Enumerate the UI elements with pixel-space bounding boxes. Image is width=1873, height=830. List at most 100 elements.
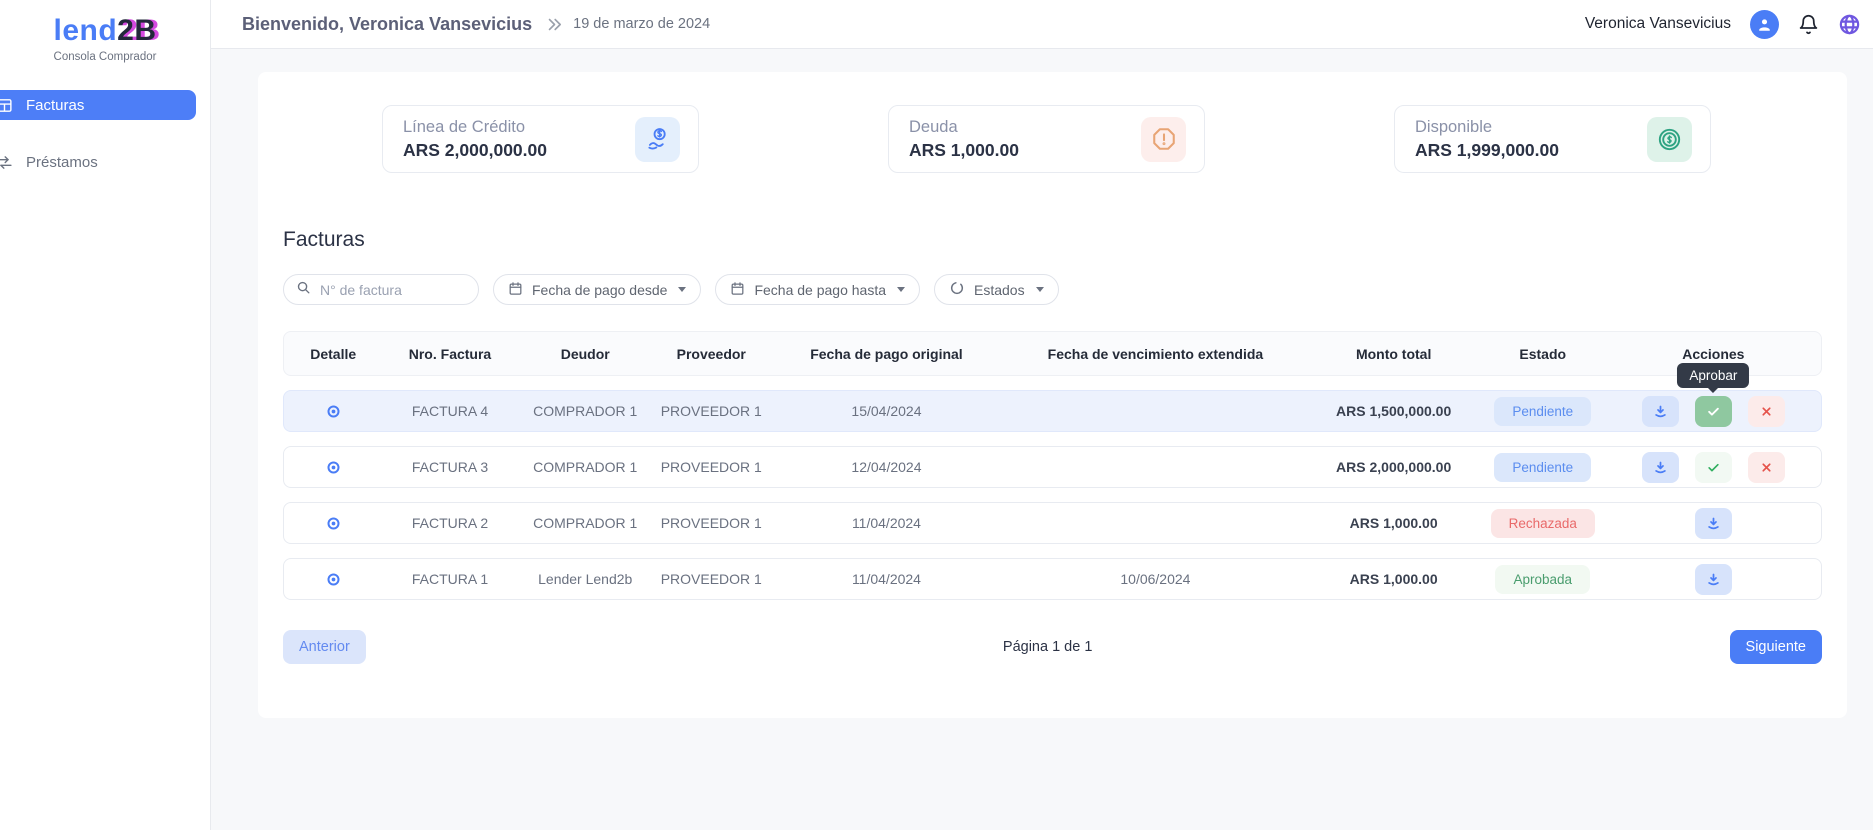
cell-acciones	[1606, 508, 1821, 539]
cell-fecha-pago: 12/04/2024	[770, 459, 1004, 475]
previous-page-button[interactable]: Anterior	[283, 630, 366, 664]
cell-nro-factura: FACTURA 3	[382, 459, 517, 475]
status-badge: Pendiente	[1494, 397, 1591, 426]
calendar-icon	[508, 281, 523, 299]
cell-acciones	[1606, 564, 1821, 595]
cell-acciones	[1606, 452, 1821, 483]
double-chevron-icon	[546, 16, 563, 33]
chevron-down-icon	[678, 287, 686, 292]
current-date: 19 de marzo de 2024	[573, 16, 710, 32]
main-content: Línea de Crédito ARS 2,000,000.00 Deuda …	[211, 49, 1873, 830]
topbar: Bienvenido, Veronica Vansevicius 19 de m…	[211, 0, 1873, 49]
view-detail-button[interactable]	[284, 572, 382, 587]
download-button[interactable]	[1695, 508, 1732, 539]
download-button[interactable]	[1695, 564, 1732, 595]
table-row: FACTURA 3 COMPRADOR 1 PROVEEDOR 1 12/04/…	[283, 446, 1822, 488]
stat-texts: Disponible ARS 1,999,000.00	[1415, 118, 1559, 161]
cell-deudor: COMPRADOR 1	[518, 459, 653, 475]
view-detail-button[interactable]	[284, 460, 382, 475]
cell-fecha-pago: 15/04/2024	[770, 403, 1004, 419]
stat-value: ARS 1,999,000.00	[1415, 140, 1559, 161]
cell-monto: ARS 1,000.00	[1308, 515, 1480, 531]
eye-icon	[326, 404, 341, 419]
table-header-row: Detalle Nro. Factura Deudor Proveedor Fe…	[283, 331, 1822, 376]
view-detail-button[interactable]	[284, 516, 382, 531]
x-icon	[1760, 461, 1773, 474]
table-row: FACTURA 1 Lender Lend2b PROVEEDOR 1 11/0…	[283, 558, 1822, 600]
invoice-search[interactable]	[283, 274, 479, 305]
pagination: Anterior Página 1 de 1 Siguiente	[283, 630, 1822, 692]
cell-nro-factura: FACTURA 1	[382, 571, 517, 587]
download-button[interactable]	[1642, 452, 1679, 483]
cell-fecha-venc: 10/06/2024	[1003, 571, 1307, 587]
download-icon	[1653, 460, 1668, 475]
view-detail-button[interactable]	[284, 404, 382, 419]
logo-lend: lend	[53, 14, 117, 47]
page-info: Página 1 de 1	[1003, 639, 1093, 655]
sidebar-item-facturas[interactable]: Facturas	[0, 90, 196, 120]
logo-text: lend2B	[0, 14, 210, 48]
stat-card-debt: Deuda ARS 1,000.00	[888, 105, 1205, 173]
filter-date-from-button[interactable]: Fecha de pago desde	[493, 274, 701, 305]
sidebar-item-label: Préstamos	[26, 154, 98, 171]
column-header: Detalle	[284, 346, 382, 362]
reject-button[interactable]	[1748, 452, 1785, 483]
filter-label: Fecha de pago desde	[532, 282, 667, 298]
approve-button[interactable]: Aprobar	[1695, 396, 1732, 427]
cell-proveedor: PROVEEDOR 1	[653, 459, 770, 475]
reject-button[interactable]	[1748, 396, 1785, 427]
filter-label: Estados	[974, 282, 1025, 298]
console-subtitle: Consola Comprador	[0, 51, 210, 63]
cell-monto: ARS 1,000.00	[1308, 571, 1480, 587]
column-header: Monto total	[1308, 346, 1480, 362]
table-row: FACTURA 4 COMPRADOR 1 PROVEEDOR 1 15/04/…	[283, 390, 1822, 432]
invoices-table-icon	[0, 97, 13, 114]
chevron-down-icon	[1036, 287, 1044, 292]
table-row: FACTURA 2 COMPRADOR 1 PROVEEDOR 1 11/04/…	[283, 502, 1822, 544]
cell-estado: Aprobada	[1480, 565, 1606, 594]
cell-estado: Pendiente	[1480, 453, 1606, 482]
check-icon	[1706, 460, 1721, 475]
cell-monto: ARS 1,500,000.00	[1308, 403, 1480, 419]
filter-label: Fecha de pago hasta	[754, 282, 886, 298]
person-icon	[1756, 16, 1773, 33]
sidebar-item-label: Facturas	[26, 97, 84, 114]
sidebar: lend2B Consola Comprador Facturas Présta…	[0, 0, 211, 830]
stat-card-credit-line: Línea de Crédito ARS 2,000,000.00	[382, 105, 699, 173]
stats-row: Línea de Crédito ARS 2,000,000.00 Deuda …	[258, 72, 1847, 173]
column-header: Nro. Factura	[382, 346, 517, 362]
invoice-search-input[interactable]	[320, 282, 466, 298]
download-icon	[1706, 516, 1721, 531]
status-badge: Aprobada	[1495, 565, 1590, 594]
eye-icon	[326, 516, 341, 531]
column-header: Acciones	[1606, 346, 1821, 362]
filter-date-to-button[interactable]: Fecha de pago hasta	[715, 274, 920, 305]
cell-deudor: COMPRADOR 1	[518, 515, 653, 531]
status-circle-icon	[949, 280, 965, 299]
download-button[interactable]	[1642, 396, 1679, 427]
notifications-bell-icon[interactable]	[1798, 14, 1819, 35]
stat-label: Línea de Crédito	[403, 118, 547, 137]
cell-fecha-pago: 11/04/2024	[770, 571, 1004, 587]
approve-button[interactable]	[1695, 452, 1732, 483]
column-header: Fecha de pago original	[770, 346, 1004, 362]
eye-icon	[326, 572, 341, 587]
stat-texts: Deuda ARS 1,000.00	[909, 118, 1019, 161]
x-icon	[1760, 405, 1773, 418]
user-name: Veronica Vansevicius	[1585, 15, 1731, 33]
eye-icon	[326, 460, 341, 475]
sidebar-item-prestamos[interactable]: Préstamos	[0, 147, 210, 177]
filter-states-button[interactable]: Estados	[934, 274, 1059, 305]
invoices-table: Detalle Nro. Factura Deudor Proveedor Fe…	[283, 331, 1822, 600]
filters-bar: Fecha de pago desde Fecha de pago hasta …	[283, 274, 1847, 305]
cell-nro-factura: FACTURA 2	[382, 515, 517, 531]
cell-estado: Rechazada	[1480, 509, 1606, 538]
cell-deudor: Lender Lend2b	[518, 571, 653, 587]
language-globe-icon[interactable]	[1838, 13, 1861, 36]
search-icon	[296, 280, 311, 300]
cell-nro-factura: FACTURA 4	[382, 403, 517, 419]
cell-estado: Pendiente	[1480, 397, 1606, 426]
cell-acciones: Aprobar	[1606, 396, 1821, 427]
next-page-button[interactable]: Siguiente	[1730, 630, 1822, 664]
user-avatar[interactable]	[1750, 10, 1779, 39]
